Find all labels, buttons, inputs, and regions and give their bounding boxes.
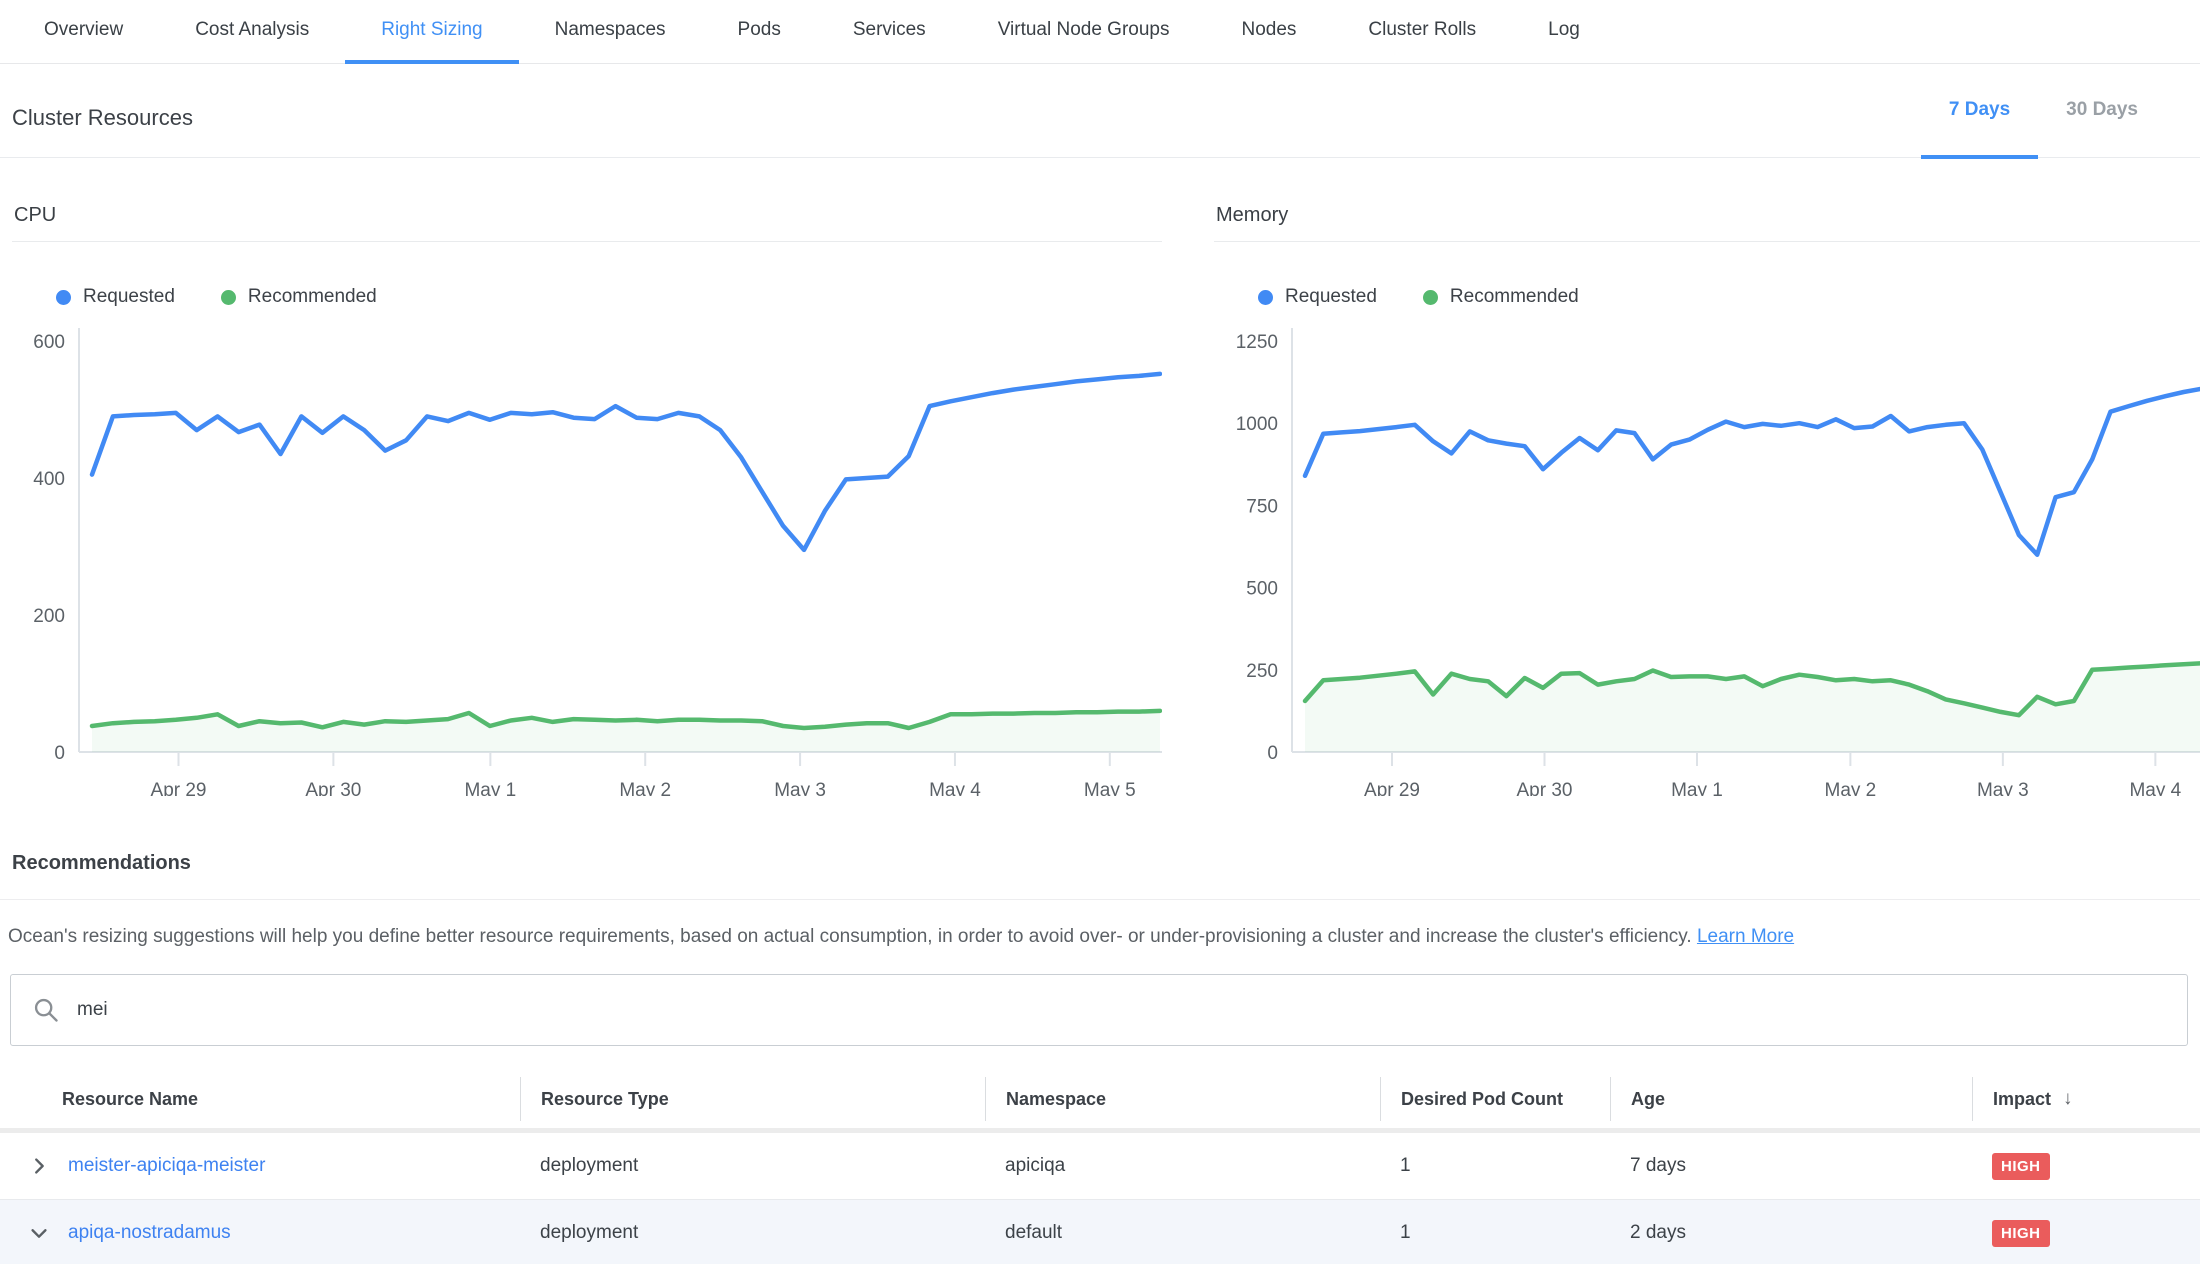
legend-recommended-label: Recommended bbox=[248, 286, 377, 308]
resource-type-value: deployment bbox=[520, 1155, 985, 1177]
cluster-resources-title: Cluster Resources bbox=[12, 105, 193, 157]
svg-text:750: 750 bbox=[1246, 496, 1278, 517]
memory-chart-title: Memory bbox=[1214, 190, 2200, 242]
memory-chart-panel: Memory Requested Recommended 0 250 500 750 1… bbox=[1214, 190, 2200, 796]
svg-text:Apr 29: Apr 29 bbox=[151, 780, 207, 796]
svg-text:0: 0 bbox=[54, 743, 65, 764]
legend-recommended[interactable]: Recommended bbox=[1423, 286, 1579, 308]
chevron-down-icon[interactable] bbox=[28, 1222, 50, 1244]
resource-name-link[interactable]: apiqa-nostradamus bbox=[68, 1222, 231, 1244]
svg-text:May 1: May 1 bbox=[464, 780, 516, 796]
age-value: 7 days bbox=[1610, 1155, 1972, 1177]
svg-text:May 1: May 1 bbox=[1671, 780, 1723, 796]
svg-text:500: 500 bbox=[1246, 579, 1278, 600]
recommended-dot-icon bbox=[221, 290, 236, 305]
tab-nodes[interactable]: Nodes bbox=[1206, 0, 1333, 64]
tab-cost-analysis[interactable]: Cost Analysis bbox=[159, 0, 345, 64]
memory-legend: Requested Recommended bbox=[1258, 286, 2200, 308]
desired-pod-count-value: 1 bbox=[1380, 1222, 1610, 1244]
impact-badge: HIGH bbox=[1992, 1153, 2050, 1180]
legend-recommended-label: Recommended bbox=[1450, 286, 1579, 308]
column-impact-label: Impact bbox=[1993, 1089, 2051, 1110]
tab-pods[interactable]: Pods bbox=[702, 0, 817, 64]
top-nav: Overview Cost Analysis Right Sizing Name… bbox=[0, 0, 2200, 64]
table-row[interactable]: apiqa-nostradamus deployment default 1 2… bbox=[0, 1200, 2200, 1264]
svg-text:0: 0 bbox=[1267, 743, 1278, 764]
svg-text:Apr 29: Apr 29 bbox=[1364, 780, 1420, 796]
recommendations-table: Resource Name Resource Type Namespace De… bbox=[0, 1070, 2200, 1264]
namespace-value: apiciqa bbox=[985, 1155, 1380, 1177]
legend-requested-label: Requested bbox=[1285, 286, 1377, 308]
svg-text:250: 250 bbox=[1246, 661, 1278, 682]
cpu-chart-title: CPU bbox=[12, 190, 1162, 242]
sort-descending-icon[interactable]: ↓ bbox=[2063, 1088, 2073, 1110]
time-range-toggle: 7 Days 30 Days bbox=[1921, 64, 2166, 157]
column-age[interactable]: Age bbox=[1610, 1077, 1972, 1121]
recommendations-description-text: Ocean's resizing suggestions will help y… bbox=[8, 926, 1692, 947]
tab-services[interactable]: Services bbox=[817, 0, 962, 64]
tab-namespaces[interactable]: Namespaces bbox=[519, 0, 702, 64]
column-resource-type[interactable]: Resource Type bbox=[520, 1077, 985, 1121]
svg-text:May 5: May 5 bbox=[1084, 780, 1136, 796]
recommendations-title: Recommendations bbox=[12, 852, 2200, 875]
recommendations-divider bbox=[0, 899, 2200, 900]
svg-text:200: 200 bbox=[33, 606, 65, 627]
memory-line-chart: 0 250 500 750 1000 1250 Apr 29 Apr 30 May 1 May 2… bbox=[1214, 316, 2200, 796]
svg-text:1000: 1000 bbox=[1236, 414, 1278, 435]
legend-recommended[interactable]: Recommended bbox=[221, 286, 377, 308]
svg-text:Apr 30: Apr 30 bbox=[1517, 780, 1573, 796]
svg-text:Apr 30: Apr 30 bbox=[305, 780, 361, 796]
search-input[interactable] bbox=[10, 974, 2188, 1046]
resource-type-value: deployment bbox=[520, 1222, 985, 1244]
tab-log[interactable]: Log bbox=[1512, 0, 1616, 64]
search-icon bbox=[32, 996, 60, 1024]
tab-right-sizing[interactable]: Right Sizing bbox=[345, 0, 518, 64]
cpu-chart-panel: CPU Requested Recommended 0 200 400 600 Apr … bbox=[12, 190, 1162, 796]
requested-dot-icon bbox=[1258, 290, 1273, 305]
charts-row: CPU Requested Recommended 0 200 400 600 Apr … bbox=[0, 190, 2200, 796]
svg-text:400: 400 bbox=[33, 469, 65, 490]
age-value: 2 days bbox=[1610, 1222, 1972, 1244]
svg-text:May 3: May 3 bbox=[1977, 780, 2029, 796]
legend-requested-label: Requested bbox=[83, 286, 175, 308]
svg-text:May 3: May 3 bbox=[774, 780, 826, 796]
search-bar bbox=[10, 974, 2188, 1046]
desired-pod-count-value: 1 bbox=[1380, 1155, 1610, 1177]
column-desired-pod-count[interactable]: Desired Pod Count bbox=[1380, 1077, 1610, 1121]
table-header: Resource Name Resource Type Namespace De… bbox=[0, 1070, 2200, 1128]
impact-badge: HIGH bbox=[1992, 1220, 2050, 1247]
svg-text:1250: 1250 bbox=[1236, 332, 1278, 353]
legend-requested[interactable]: Requested bbox=[56, 286, 175, 308]
range-30-days[interactable]: 30 Days bbox=[2038, 64, 2166, 159]
svg-text:May 4: May 4 bbox=[929, 780, 981, 796]
svg-text:May 2: May 2 bbox=[1825, 780, 1877, 796]
cpu-line-chart: 0 200 400 600 Apr 29 Apr 30 May 1 May 2 May 3 May… bbox=[12, 316, 1162, 796]
recommended-dot-icon bbox=[1423, 290, 1438, 305]
recommendations-description: Ocean's resizing suggestions will help y… bbox=[8, 926, 2188, 948]
cluster-resources-header: Cluster Resources 7 Days 30 Days bbox=[0, 64, 2200, 158]
learn-more-link[interactable]: Learn More bbox=[1697, 926, 1794, 947]
svg-text:600: 600 bbox=[33, 332, 65, 353]
chevron-right-icon[interactable] bbox=[28, 1155, 50, 1177]
range-7-days[interactable]: 7 Days bbox=[1921, 64, 2038, 159]
legend-requested[interactable]: Requested bbox=[1258, 286, 1377, 308]
resource-name-link[interactable]: meister-apiciqa-meister bbox=[68, 1155, 265, 1177]
svg-text:May 4: May 4 bbox=[2129, 780, 2181, 796]
cpu-legend: Requested Recommended bbox=[56, 286, 1162, 308]
tab-overview[interactable]: Overview bbox=[8, 0, 159, 64]
column-impact[interactable]: Impact ↓ bbox=[1972, 1077, 2200, 1121]
column-resource-name[interactable]: Resource Name bbox=[0, 1077, 520, 1121]
table-row[interactable]: meister-apiciqa-meister deployment apici… bbox=[0, 1133, 2200, 1199]
tab-virtual-node-groups[interactable]: Virtual Node Groups bbox=[962, 0, 1206, 64]
tab-cluster-rolls[interactable]: Cluster Rolls bbox=[1332, 0, 1512, 64]
requested-dot-icon bbox=[56, 290, 71, 305]
namespace-value: default bbox=[985, 1222, 1380, 1244]
column-namespace[interactable]: Namespace bbox=[985, 1077, 1380, 1121]
svg-text:May 2: May 2 bbox=[619, 780, 671, 796]
